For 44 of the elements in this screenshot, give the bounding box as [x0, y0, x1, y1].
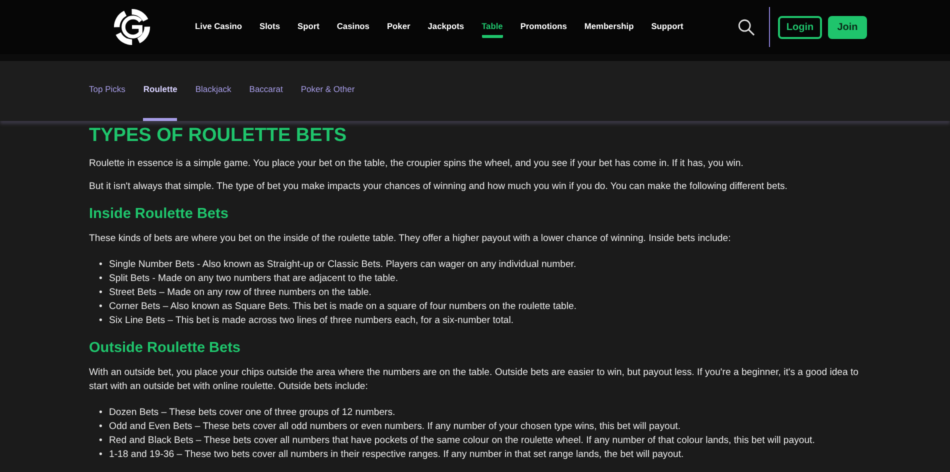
- nav-link[interactable]: Sport: [298, 16, 320, 38]
- paragraph: But it isn't always that simple. The type of bet you make impacts your chances of winning and how much you win if you do. You can make the following different bets.: [89, 180, 788, 194]
- section-heading: Outside Roulette Bets: [89, 340, 242, 356]
- nav-link[interactable]: Slots: [260, 16, 280, 38]
- bullet: •: [99, 272, 104, 286]
- list-item: Dozen Bets – These bets cover one of three groups of 12 numbers.: [109, 406, 396, 420]
- category-tab[interactable]: Blackjack: [195, 84, 232, 121]
- paragraph: These kinds of bets are where you bet on the inside of the roulette table. They offer a higher payout with a lower chance of winning. Inside bets include:: [89, 232, 732, 246]
- nav-link[interactable]: Table: [482, 16, 503, 38]
- login-button[interactable]: Login: [778, 16, 822, 38]
- bullet: •: [99, 420, 104, 434]
- nav-link[interactable]: Promotions: [520, 16, 567, 38]
- nav-link[interactable]: Casinos: [336, 16, 370, 38]
- category-tab[interactable]: Roulette: [143, 84, 178, 121]
- list-item: Street Bets – Made on any row of three numbers on the table.: [109, 286, 372, 300]
- paragraph: With an outside bet, you place your chips outside the area where the numbers are on the table. Outside bets are easier to win, but payout less. If you're a beginner, it's a good idea to start with an outside bet with online roulette. Outside bets include:: [89, 366, 860, 394]
- list-item: Split Bets - Made on any two numbers that are adjacent to the table.: [109, 272, 398, 286]
- nav-link[interactable]: Support: [651, 16, 684, 38]
- page-title: TYPES OF ROULETTE BETS: [89, 125, 348, 147]
- category-tab[interactable]: Poker & Other: [300, 84, 355, 121]
- list-item: Six Line Bets – This bet is made across two lines of three numbers each, for a six-number total.: [109, 314, 514, 328]
- bullet: •: [99, 314, 104, 328]
- bullet: •: [99, 300, 104, 314]
- category-tab[interactable]: Top Picks: [89, 84, 126, 121]
- list-item: 1-18 and 19-36 – These two bets cover all numbers in their respective ranges. If any number in that set range lands, the bet will payout.: [109, 448, 684, 462]
- list-item: Red and Black Bets – These bets cover all numbers that have pockets of the same colour on the roulette wheel. If any number of that colour lands, this bet will payout.: [109, 434, 815, 448]
- paragraph: Roulette in essence is a simple game. You place your bet on the table, the croupier spins the wheel, and you see if your bet has come in. If it has, you win.: [89, 157, 744, 171]
- nav-link[interactable]: Membership: [584, 16, 634, 38]
- bullet: •: [99, 448, 104, 462]
- bullet: •: [99, 406, 104, 420]
- nav-link[interactable]: Live Casino: [195, 16, 242, 38]
- category-tab[interactable]: Baccarat: [249, 84, 283, 121]
- search-icon[interactable]: [738, 18, 754, 36]
- logo-icon[interactable]: [113, 8, 151, 46]
- list-item: Single Number Bets - Also known as Straight-up or Classic Bets. Players can wager on any individual number.: [109, 258, 576, 272]
- list-item: Corner Bets – Also known as Square Bets. This bet is made on a square of four numbers on the roulette table.: [109, 300, 577, 314]
- bullet: •: [99, 434, 104, 448]
- nav-link[interactable]: Poker: [386, 16, 410, 38]
- join-button[interactable]: Join: [828, 16, 867, 38]
- section-heading: Inside Roulette Bets: [89, 206, 230, 222]
- nav-link[interactable]: Jackpots: [428, 16, 464, 38]
- list-item: Odd and Even Bets – These bets cover all odd numbers or even numbers. If any number of your chosen type wins, this bet will payout.: [109, 420, 680, 434]
- bullet: •: [99, 258, 104, 272]
- bullet: •: [99, 286, 104, 300]
